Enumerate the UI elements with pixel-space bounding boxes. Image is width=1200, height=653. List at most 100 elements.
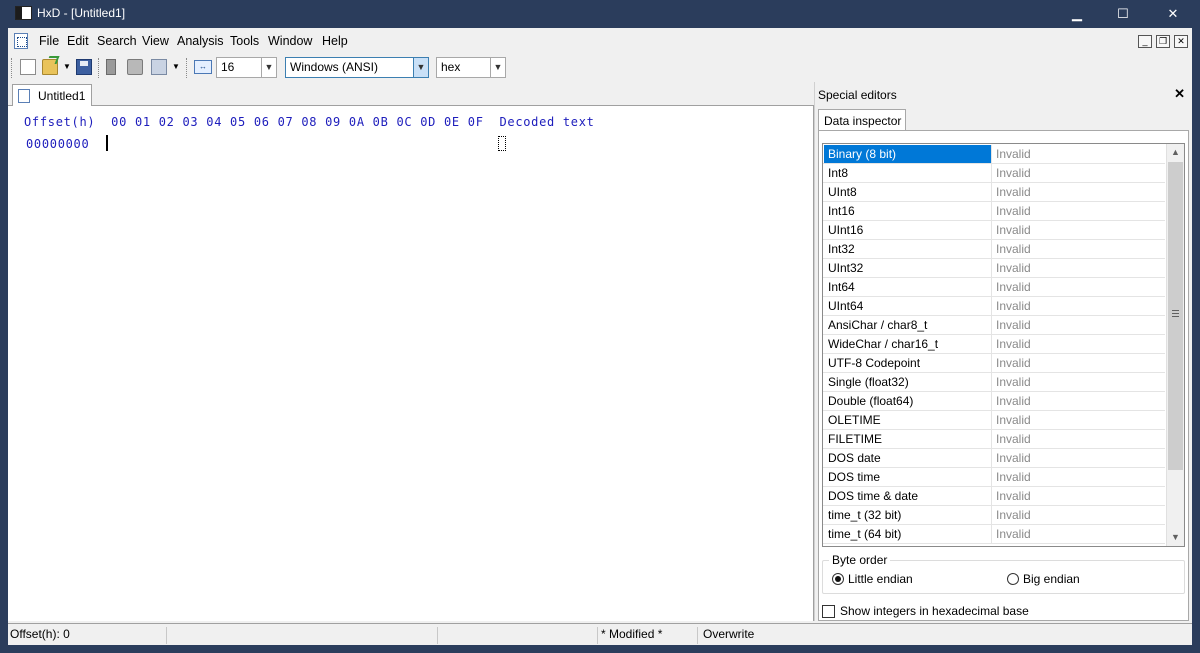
charset-combo[interactable]: Windows (ANSI) ▼	[285, 57, 429, 78]
offset-base-combo[interactable]: hex ▼	[436, 57, 506, 78]
document-tab-strip: Untitled1	[8, 82, 814, 107]
inspector-row[interactable]: AnsiChar / char8_t Invalid	[823, 316, 1165, 335]
chevron-down-icon[interactable]: ▼	[261, 58, 276, 77]
close-file-icon[interactable]	[106, 59, 116, 75]
inspector-row[interactable]: FILETIME Invalid	[823, 430, 1165, 449]
menu-search[interactable]: Search	[97, 34, 137, 48]
scroll-down-icon[interactable]: ▼	[1167, 529, 1184, 546]
memory-dropdown-icon[interactable]: ▼	[172, 62, 180, 71]
inspector-value[interactable]: Invalid	[996, 221, 1031, 239]
open-file-icon[interactable]	[42, 59, 58, 75]
inspector-value[interactable]: Invalid	[996, 468, 1031, 486]
inspector-row[interactable]: UInt16 Invalid	[823, 221, 1165, 240]
chevron-down-icon[interactable]: ▼	[490, 58, 505, 77]
inspector-row[interactable]: WideChar / char16_t Invalid	[823, 335, 1165, 354]
inspector-row[interactable]: UInt32 Invalid	[823, 259, 1165, 278]
close-window-button[interactable]: ✕	[1146, 0, 1200, 28]
inspector-value[interactable]: Invalid	[996, 145, 1031, 163]
save-icon[interactable]	[76, 59, 92, 75]
inspector-row[interactable]: Int8 Invalid	[823, 164, 1165, 183]
inspector-value[interactable]: Invalid	[996, 430, 1031, 448]
scroll-up-icon[interactable]: ▲	[1167, 144, 1184, 161]
new-file-icon[interactable]	[20, 59, 36, 75]
inspector-value[interactable]: Invalid	[996, 335, 1031, 353]
little-endian-radio[interactable]	[832, 573, 844, 585]
inspector-value[interactable]: Invalid	[996, 240, 1031, 258]
inspector-row[interactable]: DOS time & date Invalid	[823, 487, 1165, 506]
inspector-value[interactable]: Invalid	[996, 392, 1031, 410]
bytes-per-row-combo[interactable]: 16 ▼	[216, 57, 277, 78]
inspector-row[interactable]: Single (float32) Invalid	[823, 373, 1165, 392]
menu-window[interactable]: Window	[268, 34, 312, 48]
inspector-row[interactable]: Binary (8 bit) Invalid	[823, 145, 1165, 164]
inspector-value[interactable]: Invalid	[996, 316, 1031, 334]
chevron-down-icon[interactable]: ▼	[413, 58, 428, 77]
inspector-row[interactable]: UInt8 Invalid	[823, 183, 1165, 202]
inspector-row[interactable]: time_t (64 bit) Invalid	[823, 525, 1165, 544]
scroll-thumb[interactable]	[1168, 162, 1183, 470]
menu-analysis[interactable]: Analysis	[177, 34, 224, 48]
inspector-row[interactable]: Double (float64) Invalid	[823, 392, 1165, 411]
maximize-button[interactable]: ☐	[1100, 0, 1146, 28]
little-endian-label[interactable]: Little endian	[848, 572, 913, 586]
app-window: HxD - [Untitled1] ▁ ☐ ✕ File Edit Search…	[0, 0, 1200, 653]
inspector-value[interactable]: Invalid	[996, 449, 1031, 467]
inspector-value[interactable]: Invalid	[996, 164, 1031, 182]
tab-untitled1[interactable]: Untitled1	[12, 84, 92, 107]
inspector-value[interactable]: Invalid	[996, 202, 1031, 220]
inspector-row[interactable]: DOS time Invalid	[823, 468, 1165, 487]
menu-edit[interactable]: Edit	[67, 34, 89, 48]
inspector-value[interactable]: Invalid	[996, 297, 1031, 315]
menu-view[interactable]: View	[142, 34, 169, 48]
mdi-restore-button[interactable]: ❐	[1156, 35, 1170, 48]
mdi-minimize-button[interactable]: _	[1138, 35, 1152, 48]
inspector-value[interactable]: Invalid	[996, 183, 1031, 201]
inspector-value[interactable]: Invalid	[996, 278, 1031, 296]
close-panel-button[interactable]: ✕	[1174, 86, 1185, 102]
hex-base-checkbox[interactable]	[822, 605, 835, 618]
minimize-button[interactable]: ▁	[1054, 0, 1100, 28]
toolbar-grip[interactable]	[11, 58, 14, 78]
hxd-app-icon[interactable]	[15, 6, 32, 20]
menu-help[interactable]: Help	[322, 34, 348, 48]
data-inspector-grid[interactable]: time_t (64 bit) Invalid time_t (32 bit) Inv…	[822, 143, 1185, 547]
menu-tools[interactable]: Tools	[230, 34, 259, 48]
inspector-value[interactable]: Invalid	[996, 411, 1031, 429]
inspector-type-name: Single (float32)	[824, 373, 992, 391]
big-endian-label[interactable]: Big endian	[1023, 572, 1080, 586]
scroll-grip-icon	[1172, 310, 1179, 317]
document-system-menu-icon[interactable]	[14, 33, 28, 49]
inspector-row[interactable]: UInt64 Invalid	[823, 297, 1165, 316]
inspector-row[interactable]: UTF-8 Codepoint Invalid	[823, 354, 1165, 373]
inspector-value[interactable]: Invalid	[996, 259, 1031, 277]
toolbar-separator	[186, 58, 189, 78]
inspector-value[interactable]: Invalid	[996, 354, 1031, 372]
inspector-row[interactable]: OLETIME Invalid	[823, 411, 1165, 430]
open-memory-icon[interactable]	[151, 59, 167, 75]
inspector-row[interactable]: time_t (32 bit) Invalid	[823, 506, 1165, 525]
inspector-row[interactable]: Int16 Invalid	[823, 202, 1165, 221]
hex-base-label[interactable]: Show integers in hexadecimal base	[840, 604, 1029, 618]
inspector-row[interactable]: DOS date Invalid	[823, 449, 1165, 468]
inspector-type-name: DOS date	[824, 449, 992, 467]
inspector-type-name: Int64	[824, 278, 992, 296]
menu-file[interactable]: File	[39, 34, 59, 48]
inspector-row[interactable]: Int32 Invalid	[823, 240, 1165, 259]
mdi-close-button[interactable]: ✕	[1174, 35, 1188, 48]
hex-editor[interactable]: Offset(h) 00 01 02 03 04 05 06 07 08 09 …	[8, 106, 814, 621]
tab-data-inspector[interactable]: Data inspector	[818, 109, 906, 131]
inspector-value[interactable]: Invalid	[996, 525, 1031, 543]
status-mode[interactable]: Overwrite	[699, 627, 1192, 644]
inspector-value[interactable]: Invalid	[996, 506, 1031, 524]
inspector-value[interactable]: Invalid	[996, 373, 1031, 391]
open-disk-icon[interactable]	[127, 59, 143, 75]
open-dropdown-icon[interactable]: ▼	[63, 62, 71, 71]
title-bar[interactable]: HxD - [Untitled1] ▁ ☐ ✕	[0, 0, 1200, 28]
inspector-row[interactable]: Int64 Invalid	[823, 278, 1165, 297]
charset-value: Windows (ANSI)	[290, 60, 379, 74]
inspector-type-name: Int16	[824, 202, 992, 220]
inspector-value[interactable]: Invalid	[996, 487, 1031, 505]
grid-scrollbar[interactable]: ▲ ▼	[1166, 144, 1184, 546]
big-endian-radio[interactable]	[1007, 573, 1019, 585]
inspector-type-name: Double (float64)	[824, 392, 992, 410]
